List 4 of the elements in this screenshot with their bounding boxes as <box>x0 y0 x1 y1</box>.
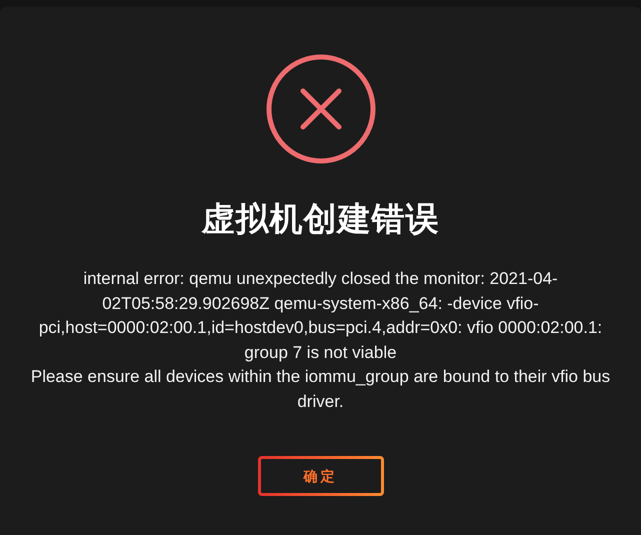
dialog-title: 虚拟机创建错误 <box>202 199 440 239</box>
error-icon <box>264 53 376 165</box>
error-message: internal error: qemu unexpectedly closed the monitor: 2021-04-02T05:58:29.902698Z qemu-system-x86_64: -device vfio-pci,host=0000:02:00.1,id=hostdev0,bus=pci.4,addr=0x0: vfio 0000:02:00.1: group 7 is not viable <box>38 268 604 364</box>
error-message: Please ensure all devices within the iommu_group are bound to their vfio bus driver. <box>30 366 612 412</box>
